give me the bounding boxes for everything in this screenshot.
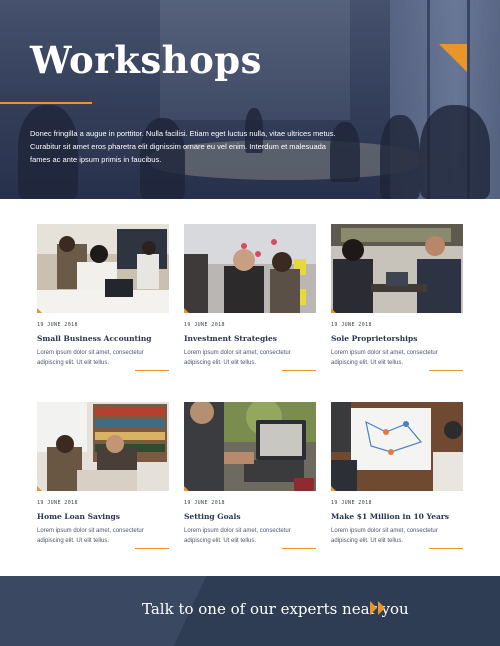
laptop-work-photo — [184, 402, 316, 491]
corner-triangle-icon — [184, 305, 192, 313]
workshop-image[interactable] — [331, 224, 463, 313]
workshop-description: Lorem ipsum dolor sit amet, consectetur … — [184, 528, 291, 544]
workshop-date: 19 JUNE 2018 — [184, 322, 225, 328]
workshop-card[interactable]: 19 JUNE 2018 Make $1 Million in 10 Years… — [331, 402, 463, 549]
corner-triangle-icon — [37, 305, 45, 313]
workshop-date: 19 JUNE 2018 — [37, 500, 78, 506]
cta-link[interactable]: Talk to one of our experts near you — [142, 600, 409, 618]
hero-intro-text: Donec fringilla a augue in porttitor. Nu… — [30, 129, 336, 164]
workshop-date: 19 JUNE 2018 — [331, 322, 372, 328]
workshop-description: Lorem ipsum dolor sit amet, consectetur … — [331, 528, 438, 544]
corner-triangle-icon — [184, 483, 192, 491]
workshop-card[interactable]: 19 JUNE 2018 Sole Proprietorships Lorem … — [331, 224, 463, 371]
corner-triangle-icon — [331, 305, 339, 313]
glass-board-meeting-photo — [184, 224, 316, 313]
hero-banner: Workshops Donec fringilla a augue in por… — [0, 0, 500, 199]
workshop-image[interactable] — [37, 224, 169, 313]
library-study-photo — [37, 402, 169, 491]
accent-divider — [135, 370, 169, 371]
workshop-description: Lorem ipsum dolor sit amet, consectetur … — [184, 350, 291, 366]
accent-divider — [429, 548, 463, 549]
corner-triangle-icon — [331, 483, 339, 491]
business-meeting-photo — [331, 224, 463, 313]
workshop-description: Lorem ipsum dolor sit amet, consectetur … — [37, 350, 144, 366]
planning-desk-photo — [331, 402, 463, 491]
workshop-card[interactable]: 19 JUNE 2018 Small Business Accounting L… — [37, 224, 169, 371]
corner-triangle-icon — [37, 483, 45, 491]
workshop-date: 19 JUNE 2018 — [37, 322, 78, 328]
cta-footer: Talk to one of our experts near you — [0, 576, 500, 646]
office-team-photo — [37, 224, 169, 313]
accent-divider — [135, 548, 169, 549]
workshop-title[interactable]: Home Loan Savings — [37, 512, 169, 521]
workshop-card[interactable]: 19 JUNE 2018 Home Loan Savings Lorem ips… — [37, 402, 169, 549]
workshop-title[interactable]: Small Business Accounting — [37, 334, 169, 343]
workshop-image[interactable] — [184, 402, 316, 491]
title-underline — [0, 102, 92, 104]
workshop-title[interactable]: Setting Goals — [184, 512, 316, 521]
corner-accent-icon — [439, 44, 467, 72]
workshop-description: Lorem ipsum dolor sit amet, consectetur … — [37, 528, 144, 544]
accent-divider — [282, 548, 316, 549]
accent-divider — [429, 370, 463, 371]
workshop-image[interactable] — [331, 402, 463, 491]
page-title: Workshops — [30, 38, 262, 82]
workshop-image[interactable] — [37, 402, 169, 491]
workshop-title[interactable]: Investment Strategies — [184, 334, 316, 343]
workshop-card[interactable]: 19 JUNE 2018 Setting Goals Lorem ipsum d… — [184, 402, 316, 549]
workshop-title[interactable]: Sole Proprietorships — [331, 334, 463, 343]
workshop-date: 19 JUNE 2018 — [184, 500, 225, 506]
workshop-card[interactable]: 19 JUNE 2018 Investment Strategies Lorem… — [184, 224, 316, 371]
workshop-date: 19 JUNE 2018 — [331, 500, 372, 506]
workshop-title[interactable]: Make $1 Million in 10 Years — [331, 512, 463, 521]
workshop-description: Lorem ipsum dolor sit amet, consectetur … — [331, 350, 438, 366]
accent-divider — [282, 370, 316, 371]
double-chevron-right-icon[interactable] — [370, 601, 386, 615]
workshop-image[interactable] — [184, 224, 316, 313]
hero-overlay — [0, 0, 500, 199]
